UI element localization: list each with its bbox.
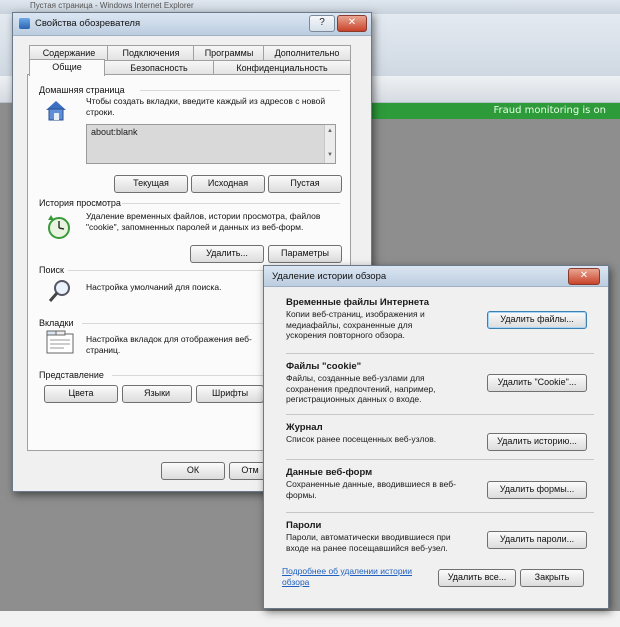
delete-history-titlebar: Удаление истории обзора ✕ (264, 266, 608, 287)
tabs-group-label: Вкладки (39, 318, 74, 328)
delete-history-title: Удаление истории обзора (272, 271, 387, 282)
home-description: Чтобы создать вкладки, введите каждый из… (86, 96, 326, 117)
home-page-value: about:blank (91, 127, 138, 137)
tab-connections[interactable]: Подключения (107, 45, 195, 60)
history-desc: Список ранее посещенных веб-узлов. (286, 434, 437, 444)
search-description: Настройка умолчаний для поиска. (86, 282, 222, 292)
ie-options-icon (19, 18, 30, 29)
separator-1 (286, 353, 594, 354)
passwords-title: Пароли (286, 520, 322, 531)
form-data-title: Данные веб-форм (286, 467, 373, 478)
options-close-button[interactable]: ✕ (337, 15, 367, 32)
delete-history-items-button[interactable]: Удалить историю... (487, 433, 587, 451)
scroll-up-icon[interactable]: ▲ (325, 125, 335, 137)
temp-files-desc: Копии веб-страниц, изображения и медиафа… (286, 309, 425, 340)
learn-more-link[interactable]: Подробнее об удалении истории обзора (282, 566, 432, 588)
delete-history-button[interactable]: Удалить... (190, 245, 264, 263)
ok-button[interactable]: ОК (161, 462, 225, 480)
fraud-monitor-text: Fraud monitoring is on (493, 105, 606, 116)
home-group-label: Домашняя страница (39, 85, 125, 95)
fraud-monitor-bar: Fraud monitoring is on (370, 103, 620, 119)
languages-button[interactable]: Языки (122, 385, 192, 403)
default-page-button[interactable]: Исходная (191, 175, 265, 193)
delete-all-button[interactable]: Удалить все... (438, 569, 516, 587)
search-group-label: Поиск (39, 265, 64, 275)
tab-general[interactable]: Общие (29, 59, 105, 76)
separator-3 (286, 459, 594, 460)
cookies-desc: Файлы, созданные веб-узлами для сохранен… (286, 373, 436, 404)
separator-2 (286, 414, 594, 415)
form-data-desc: Сохраненные данные, вводившиеся в веб-фо… (286, 479, 456, 500)
passwords-desc: Пароли, автоматически вводившиеся при вх… (286, 532, 451, 553)
temp-files-title: Временные файлы Интернета (286, 297, 430, 308)
internet-options-titlebar: Свойства обозревателя ? ✕ (13, 13, 371, 36)
tab-advanced[interactable]: Дополнительно (263, 45, 351, 60)
cookies-title: Файлы "cookie" (286, 361, 362, 372)
home-page-textarea[interactable]: about:blank ▲ ▼ (86, 124, 336, 164)
history-group-line (122, 203, 340, 204)
delete-forms-button[interactable]: Удалить формы... (487, 481, 587, 499)
current-page-button[interactable]: Текущая (114, 175, 188, 193)
browser-title: Пустая страница - Windows Internet Explo… (30, 1, 194, 10)
blank-page-button[interactable]: Пустая (268, 175, 342, 193)
tab-programs[interactable]: Программы (193, 45, 265, 60)
search-group-line (68, 270, 268, 271)
home-textarea-scrollbar[interactable]: ▲ ▼ (324, 125, 335, 163)
view-group-line (112, 375, 268, 376)
home-house-icon (46, 101, 66, 121)
delete-files-button[interactable]: Удалить файлы... (487, 311, 587, 329)
history-clock-icon (48, 215, 70, 239)
delete-dialog-close-button[interactable]: ✕ (568, 268, 600, 285)
tabs-description: Настройка вкладок для отображения веб-ст… (86, 334, 252, 355)
delete-cookies-button[interactable]: Удалить "Cookie"... (487, 374, 587, 392)
scroll-down-icon[interactable]: ▼ (325, 149, 335, 161)
search-magnifier-icon (48, 280, 70, 302)
home-group-line (140, 90, 340, 91)
help-button[interactable]: ? (309, 15, 335, 32)
history-group-label: История просмотра (39, 198, 121, 208)
tab-security[interactable]: Безопасность (103, 60, 215, 75)
history-description: Удаление временных файлов, истории просм… (86, 211, 321, 232)
bottom-strip (0, 611, 620, 627)
close-dialog-button[interactable]: Закрыть (520, 569, 584, 587)
colors-button[interactable]: Цвета (44, 385, 118, 403)
tab-privacy[interactable]: Конфиденциальность (213, 60, 351, 75)
tabs-window-icon (46, 330, 74, 354)
view-group-label: Представление (39, 370, 104, 380)
delete-passwords-button[interactable]: Удалить пароли... (487, 531, 587, 549)
history-settings-button[interactable]: Параметры (268, 245, 342, 263)
internet-options-title: Свойства обозревателя (35, 18, 141, 29)
fonts-button[interactable]: Шрифты (196, 385, 264, 403)
tab-content[interactable]: Содержание (29, 45, 109, 60)
history-title: Журнал (286, 422, 323, 433)
tabs-group-line (82, 323, 268, 324)
separator-4 (286, 512, 594, 513)
